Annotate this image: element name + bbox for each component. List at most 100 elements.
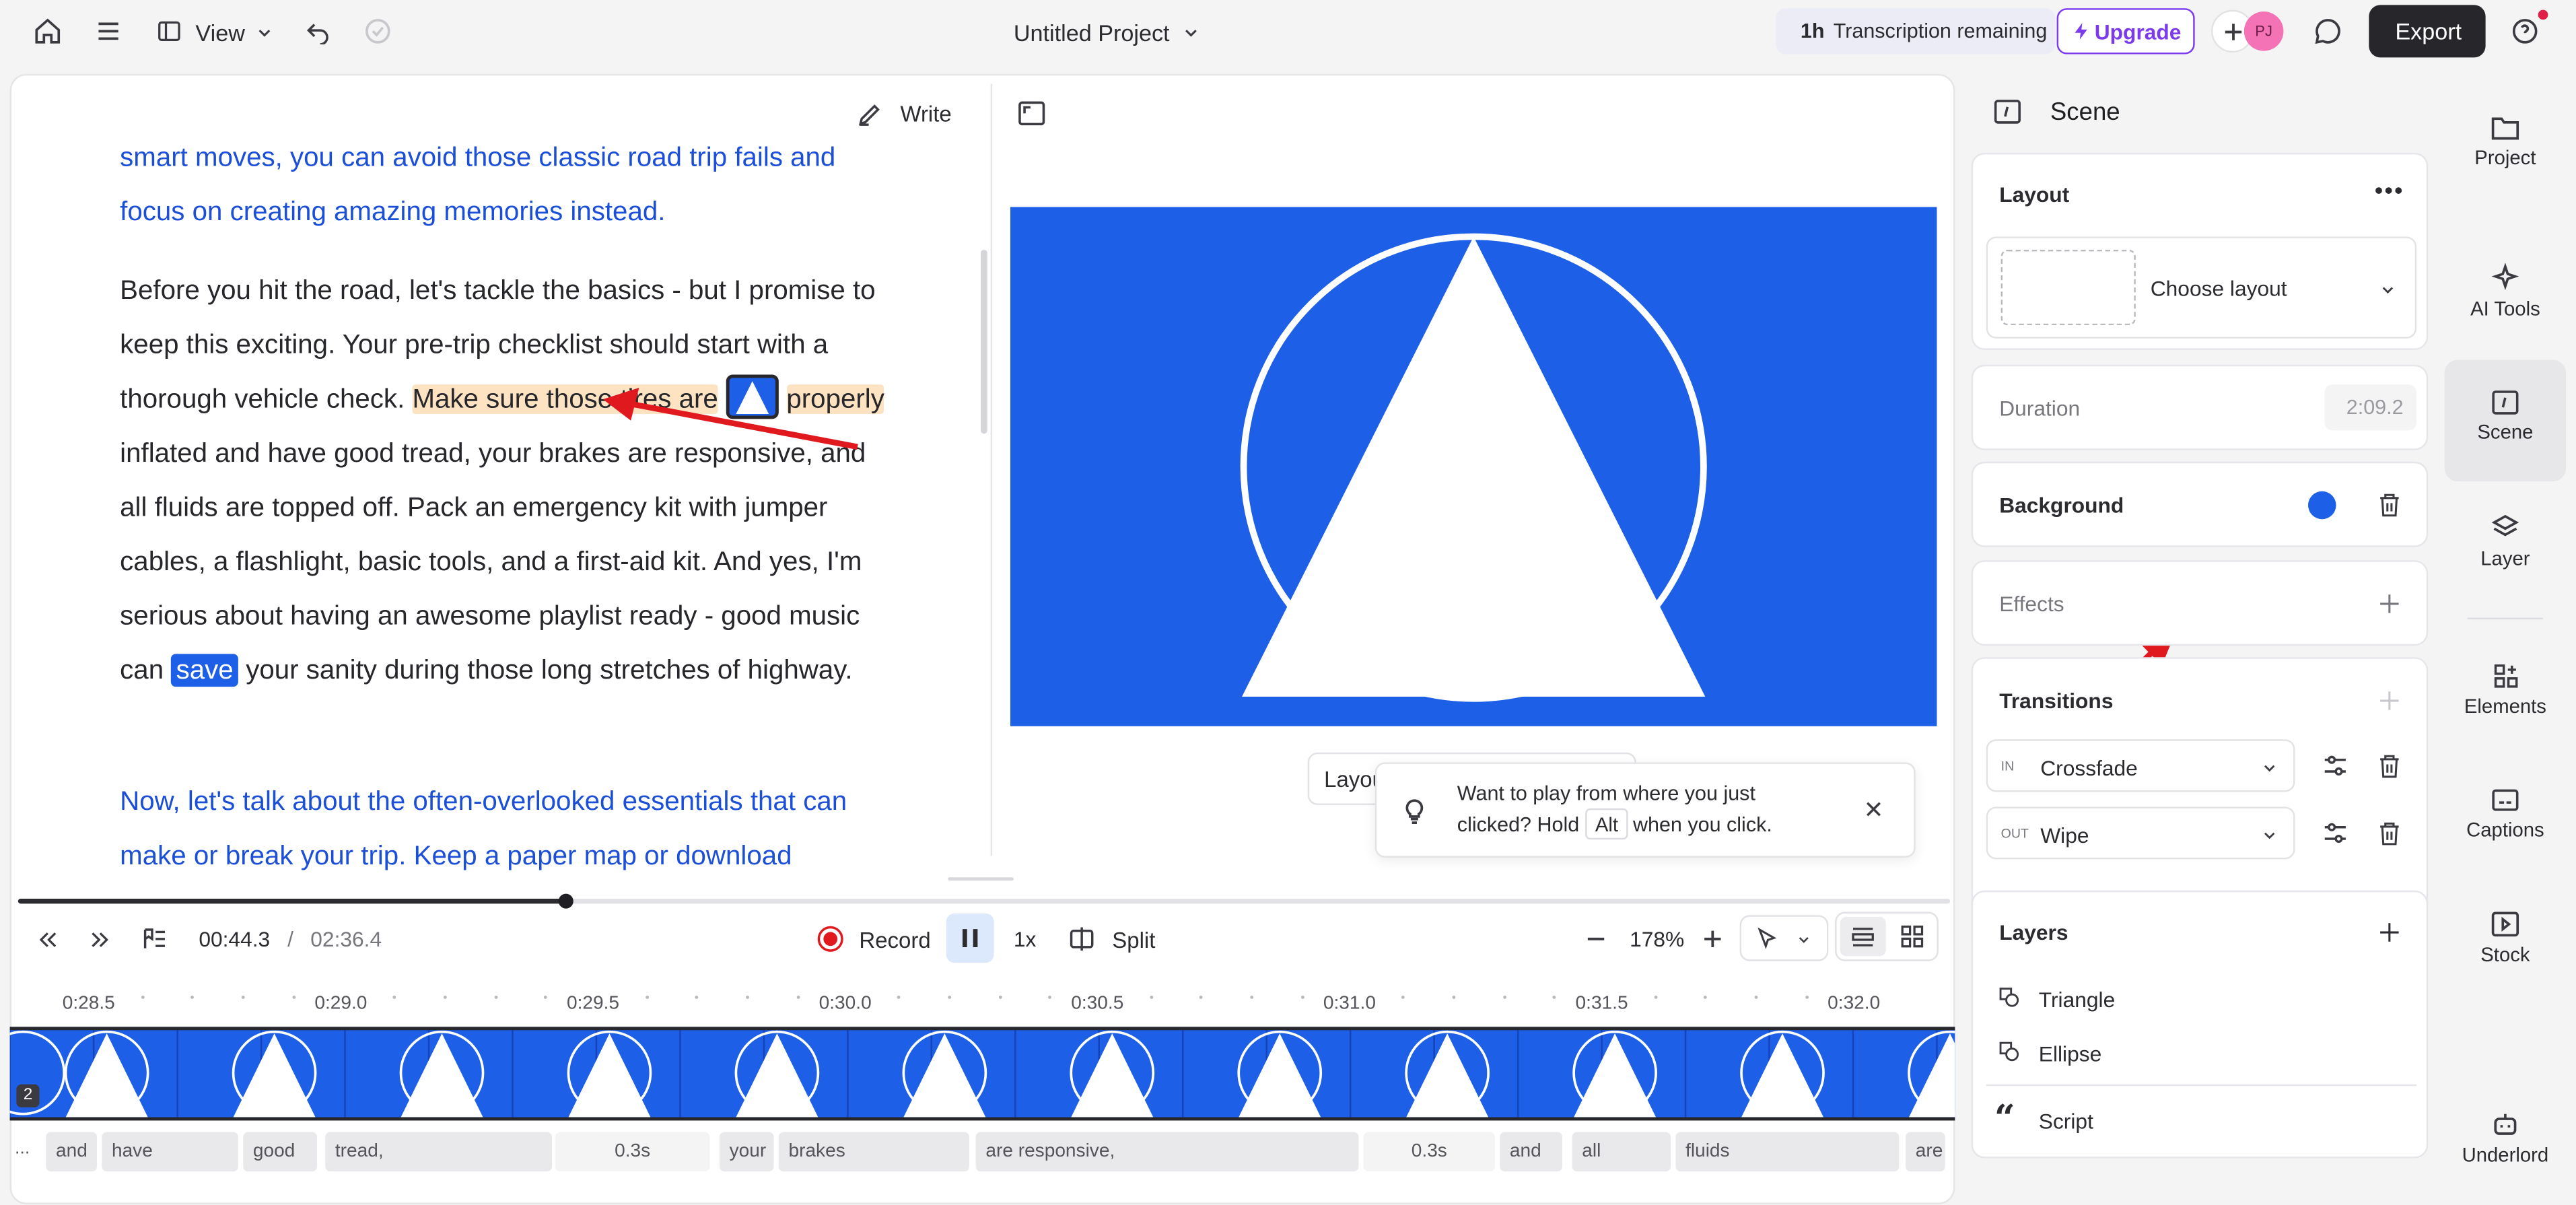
layers-label: Layers: [1999, 920, 2068, 945]
timeline-tick-label: 0:29.5: [567, 994, 619, 1014]
rail-label: Underlord: [2445, 1144, 2567, 1167]
shape-icon: [1998, 986, 2021, 1008]
shape-icon: [1998, 1040, 2021, 1063]
tool-rail: Project AI Tools Scene Layer Elements Ca…: [2445, 74, 2576, 1204]
word-chip[interactable]: are responsive,: [976, 1132, 1359, 1172]
layer-item-script[interactable]: “ Script: [1990, 1103, 2400, 1139]
timeline-tick-dot: [1502, 996, 1506, 999]
timeline-tick-dot: [1150, 996, 1153, 999]
background-label: Background: [1999, 493, 2124, 518]
rail-elements[interactable]: Elements: [2445, 662, 2567, 728]
more-icon[interactable]: [2374, 186, 2404, 196]
timeline-tick-dot: [1654, 996, 1657, 999]
layer-item-triangle[interactable]: Triangle: [1990, 981, 2400, 1017]
rail-layer[interactable]: Layer: [2445, 512, 2567, 578]
word-chip[interactable]: and: [1500, 1132, 1562, 1172]
layer-label: Script: [2039, 1109, 2093, 1134]
sliders-icon[interactable]: [2322, 820, 2349, 846]
layout-placeholder: [2001, 250, 2136, 325]
layer-divider: [1986, 1084, 2416, 1086]
rail-project[interactable]: Project: [2445, 113, 2567, 179]
rail-label: Captions: [2445, 818, 2567, 841]
rail-ai-tools[interactable]: AI Tools: [2445, 263, 2567, 329]
scene-panel-icon: [1992, 98, 2022, 125]
duration-label: Duration: [1999, 396, 2080, 421]
transition-in-tag: IN: [2001, 759, 2015, 774]
folder-icon: [2491, 113, 2520, 141]
layer-label: Ellipse: [2039, 1041, 2101, 1066]
add-transition-icon[interactable]: [2377, 689, 2402, 714]
pause-chip[interactable]: 0.3s: [555, 1132, 709, 1172]
add-effect-icon[interactable]: [2377, 592, 2402, 617]
timeline-tick-dot: [292, 996, 295, 999]
duration-field[interactable]: 2:09.2: [2324, 384, 2416, 430]
transition-in-dropdown[interactable]: IN Crossfade: [1986, 739, 2295, 792]
background-card: Background: [1972, 462, 2428, 547]
timeline-tick-dot: [141, 996, 144, 999]
timeline-tick-label: 0:28.5: [63, 994, 115, 1014]
timeline-tick-dot: [1452, 996, 1455, 999]
timeline-tick-dot: [444, 996, 447, 999]
chevron-down-icon: [2379, 281, 2397, 299]
stock-icon: [2491, 910, 2520, 938]
trash-icon[interactable]: [2377, 491, 2402, 519]
timeline-tick-dot: [494, 996, 497, 999]
captions-icon: [2491, 787, 2520, 813]
timeline-tick-label: 0:30.5: [1071, 994, 1123, 1014]
scene-icon: [2491, 389, 2520, 415]
rail-label: AI Tools: [2445, 298, 2567, 320]
transition-out-value: Wipe: [2040, 823, 2089, 848]
word-chip[interactable]: brakes: [779, 1132, 969, 1172]
word-chip[interactable]: good: [243, 1132, 317, 1172]
effects-label: Effects: [1999, 592, 2064, 617]
transition-in-value: Crossfade: [2040, 756, 2138, 781]
transition-out-tag: OUT: [2001, 827, 2029, 841]
layer-label: Triangle: [2039, 988, 2115, 1012]
panel-title: Scene: [2050, 98, 2120, 126]
trash-icon[interactable]: [2377, 753, 2402, 780]
word-chip[interactable]: fluids: [1675, 1132, 1899, 1172]
rail-label: Scene: [2445, 421, 2567, 444]
transitions-label: Transitions: [1999, 689, 2113, 714]
background-color-swatch[interactable]: [2308, 491, 2336, 519]
sparkle-icon: [2491, 263, 2520, 292]
word-chip[interactable]: have: [102, 1132, 238, 1172]
pause-chip[interactable]: 0.3s: [1364, 1132, 1495, 1172]
rail-divider: [2468, 618, 2543, 619]
add-layer-icon[interactable]: [2377, 920, 2402, 945]
choose-layout-label: Choose layout: [2151, 276, 2287, 301]
layer-item-ellipse[interactable]: Ellipse: [1990, 1035, 2400, 1072]
chevron-down-icon: [2260, 759, 2278, 778]
rail-stock[interactable]: Stock: [2445, 910, 2567, 976]
timeline-tick-dot: [998, 996, 1002, 999]
sliders-icon[interactable]: [2322, 753, 2349, 779]
duration-card: Duration 2:09.2: [1972, 365, 2428, 450]
trash-icon[interactable]: [2377, 820, 2402, 848]
timeline-tick-label: 0:31.5: [1576, 994, 1628, 1014]
effects-card: Effects: [1972, 560, 2428, 646]
word-chip[interactable]: are: [1906, 1132, 1945, 1172]
layers-card: Layers Triangle Ellipse “ Script: [1972, 891, 2428, 1159]
rail-scene[interactable]: Scene: [2445, 359, 2567, 481]
rail-underlord[interactable]: Underlord: [2445, 1109, 2567, 1175]
quote-icon: “: [1994, 1097, 2015, 1140]
rail-label: Project: [2445, 146, 2567, 169]
rail-label: Layer: [2445, 547, 2567, 570]
timeline-tick-label: 0:31.0: [1323, 994, 1376, 1014]
transition-out-dropdown[interactable]: OUT Wipe: [1986, 806, 2295, 859]
chevron-down-icon: [2260, 827, 2278, 845]
choose-layout-dropdown[interactable]: Choose layout: [1986, 236, 2416, 338]
word-chip[interactable]: your: [720, 1132, 774, 1172]
rail-captions[interactable]: Captions: [2445, 787, 2567, 853]
timeline-tick-label: 0:32.0: [1827, 994, 1880, 1014]
timeline-tick-dot: [1805, 996, 1809, 999]
word-chip[interactable]: all: [1572, 1132, 1671, 1172]
rail-label: Stock: [2445, 943, 2567, 966]
word-chip[interactable]: tread,: [325, 1132, 552, 1172]
timeline-tick-dot: [948, 996, 951, 999]
timeline-tick-label: 0:29.0: [314, 994, 367, 1014]
layout-title: Layout: [1999, 182, 2069, 207]
layout-card: Layout Choose layout: [1972, 153, 2428, 350]
elements-icon: [2491, 662, 2519, 690]
word-chip[interactable]: and: [46, 1132, 97, 1172]
